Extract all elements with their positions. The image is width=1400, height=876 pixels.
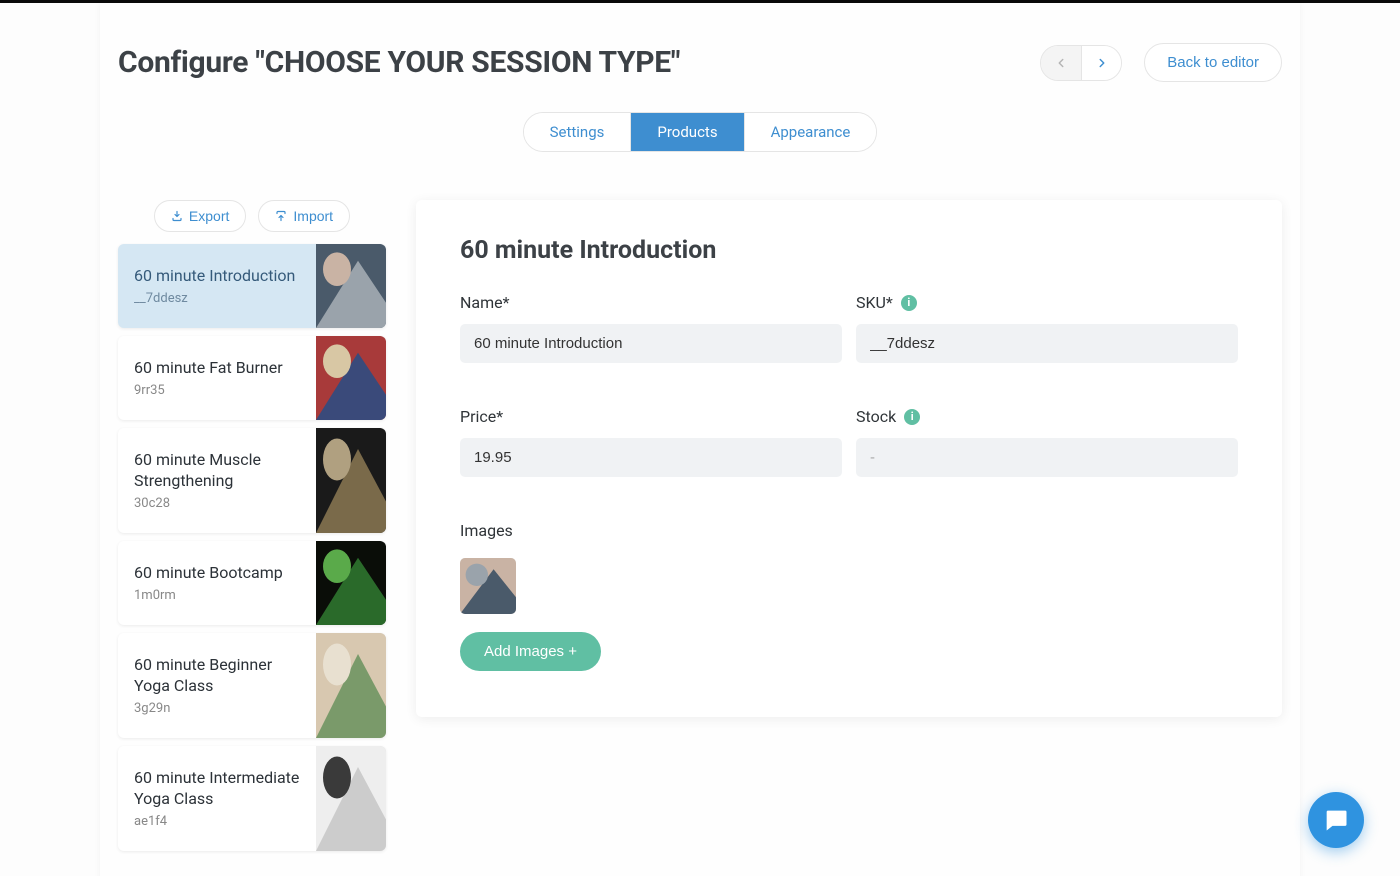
thumb-icon: [316, 428, 386, 533]
prev-arrow-button: [1041, 46, 1081, 80]
product-thumbnail: [316, 244, 386, 328]
info-icon[interactable]: i: [904, 409, 920, 425]
product-sku: ae1f4: [134, 814, 300, 829]
product-thumbnail: [316, 336, 386, 420]
stock-label: Stock: [856, 407, 896, 426]
product-editor-card: 60 minute Introduction Name* SKU* i: [416, 200, 1282, 717]
add-images-button[interactable]: Add Images +: [460, 632, 601, 671]
tab-settings[interactable]: Settings: [524, 113, 631, 151]
product-sku: 30c28: [134, 496, 300, 511]
product-name: 60 minute Muscle Strengthening: [134, 450, 300, 492]
upload-icon: [275, 210, 287, 222]
chat-widget-button[interactable]: [1308, 792, 1364, 848]
sku-input[interactable]: [856, 324, 1238, 363]
nav-arrow-group: [1040, 45, 1122, 81]
sku-label: SKU*: [856, 293, 893, 312]
product-item[interactable]: 60 minute Muscle Strengthening 30c28: [118, 428, 386, 533]
product-name: 60 minute Bootcamp: [134, 563, 300, 584]
images-label: Images: [460, 521, 1238, 540]
thumb-icon: [316, 746, 386, 851]
export-label: Export: [189, 208, 229, 224]
product-list: 60 minute Introduction __7ddesz 60 minut…: [118, 244, 386, 851]
import-label: Import: [293, 208, 333, 224]
thumb-icon: [316, 541, 386, 625]
product-sku: 9rr35: [134, 383, 300, 398]
info-icon[interactable]: i: [901, 295, 917, 311]
product-sidebar: Export Import 60 minute Introduction __7…: [118, 200, 386, 851]
name-input[interactable]: [460, 324, 842, 363]
product-item[interactable]: 60 minute Beginner Yoga Class 3g29n: [118, 633, 386, 738]
name-label: Name*: [460, 293, 842, 312]
product-name: 60 minute Introduction: [134, 266, 300, 287]
tab-appearance[interactable]: Appearance: [744, 113, 877, 151]
thumb-icon: [316, 633, 386, 738]
next-arrow-button[interactable]: [1081, 46, 1121, 80]
thumb-icon: [316, 336, 386, 420]
product-name: 60 minute Intermediate Yoga Class: [134, 768, 300, 810]
price-input[interactable]: [460, 438, 842, 477]
product-image-thumb[interactable]: [460, 558, 516, 614]
product-thumbnail: [316, 541, 386, 625]
chat-icon: [1322, 806, 1350, 834]
product-sku: __7ddesz: [134, 291, 300, 306]
import-button[interactable]: Import: [258, 200, 350, 232]
editor-heading: 60 minute Introduction: [460, 236, 1238, 265]
tab-group: SettingsProductsAppearance: [523, 112, 878, 152]
product-sku: 1m0rm: [134, 588, 300, 603]
product-item[interactable]: 60 minute Bootcamp 1m0rm: [118, 541, 386, 625]
product-item[interactable]: 60 minute Introduction __7ddesz: [118, 244, 386, 328]
product-item[interactable]: 60 minute Intermediate Yoga Class ae1f4: [118, 746, 386, 851]
arrow-right-icon: [1095, 56, 1109, 70]
page-title: Configure "CHOOSE YOUR SESSION TYPE": [118, 45, 680, 80]
back-to-editor-button[interactable]: Back to editor: [1144, 43, 1282, 82]
export-button[interactable]: Export: [154, 200, 246, 232]
product-name: 60 minute Fat Burner: [134, 358, 300, 379]
stock-input[interactable]: [856, 438, 1238, 477]
product-thumbnail: [316, 428, 386, 533]
thumb-icon: [316, 244, 386, 328]
product-thumbnail: [316, 633, 386, 738]
product-item[interactable]: 60 minute Fat Burner 9rr35: [118, 336, 386, 420]
price-label: Price*: [460, 407, 842, 426]
product-sku: 3g29n: [134, 701, 300, 716]
download-icon: [171, 210, 183, 222]
thumb-icon: [460, 558, 516, 614]
product-thumbnail: [316, 746, 386, 851]
tab-products[interactable]: Products: [630, 113, 743, 151]
product-name: 60 minute Beginner Yoga Class: [134, 655, 300, 697]
arrow-left-icon: [1054, 56, 1068, 70]
